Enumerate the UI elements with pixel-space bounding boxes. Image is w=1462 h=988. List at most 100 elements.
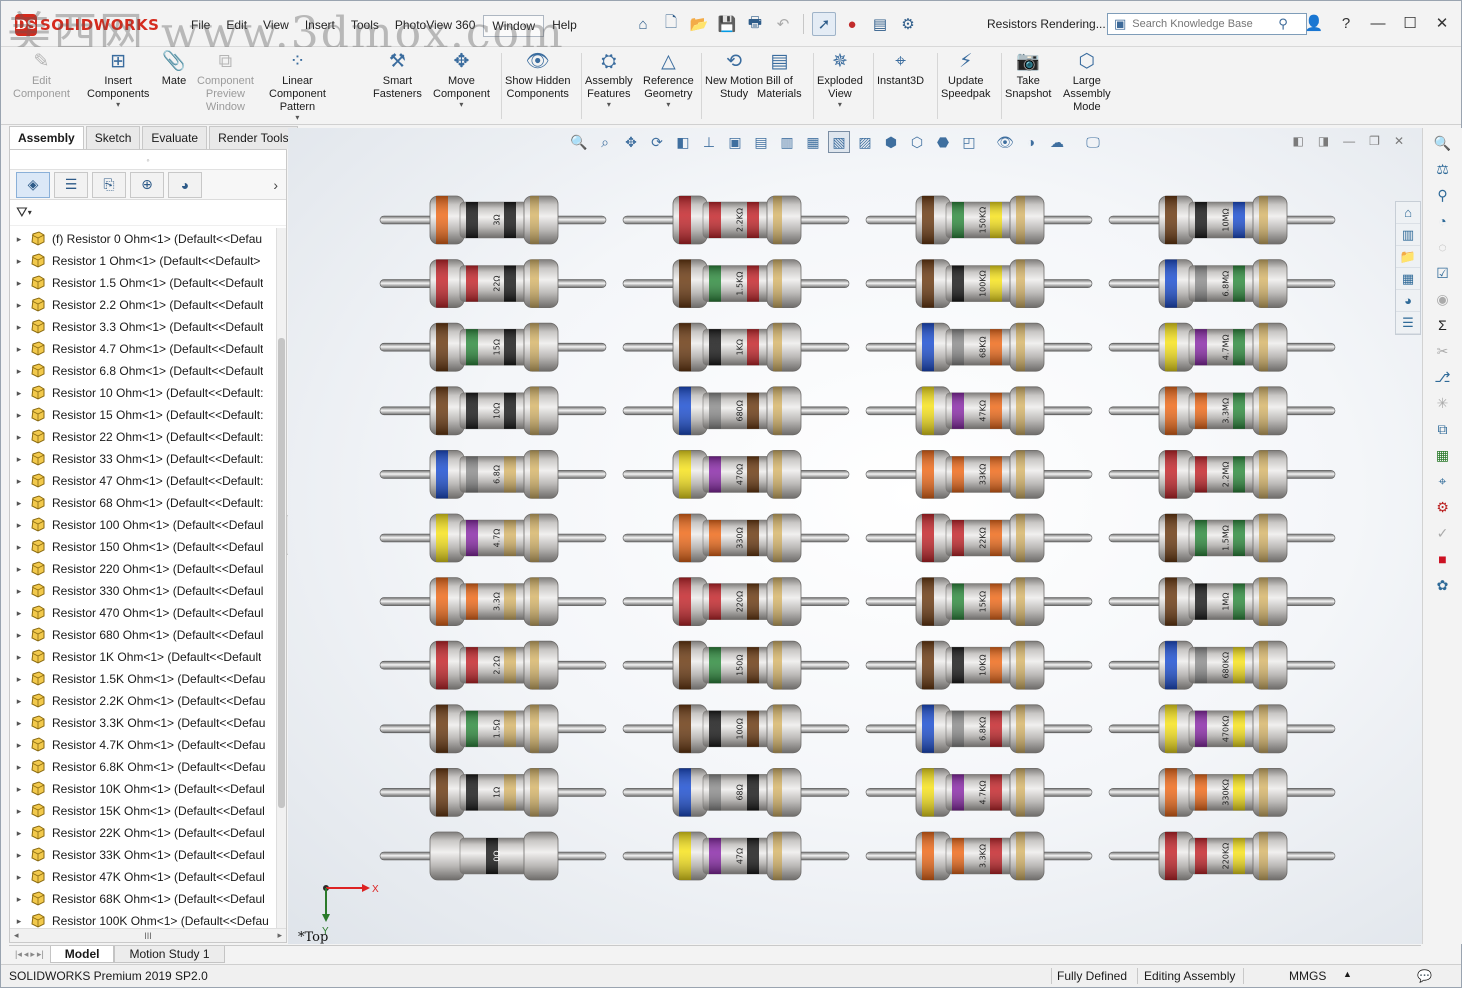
resistor[interactable]: 150Ω (622, 640, 850, 690)
mate-button[interactable]: 📎 Mate (161, 49, 187, 88)
menu-window[interactable]: Window (483, 15, 545, 37)
resistor[interactable]: 1Ω (379, 768, 607, 817)
dropdown-caret-icon[interactable]: ▾ (666, 101, 670, 109)
expand-arrow-icon[interactable]: ▸ (10, 608, 28, 619)
undo-icon[interactable]: ↶ (771, 12, 795, 36)
spreadsheet-icon[interactable]: ▦ (1430, 444, 1456, 466)
tree-item[interactable]: ▸ Resistor 1.5K Ohm<1> (Default<<Defau (10, 668, 276, 690)
tooltip-icon[interactable]: 💬 (1417, 969, 1432, 983)
resistor[interactable]: 2.2MΩ (1108, 449, 1336, 499)
resistor[interactable]: 220Ω (622, 577, 850, 627)
expand-arrow-icon[interactable]: ▸ (10, 828, 28, 839)
filter-icon[interactable]: ⛛ ▾ (10, 200, 286, 226)
resistor[interactable]: 1KΩ (622, 322, 850, 372)
resources-icon[interactable]: 🔍 (1430, 132, 1456, 154)
tree-item[interactable]: ▸ Resistor 15K Ohm<1> (Default<<Defaul (10, 800, 276, 822)
dropdown-caret-icon[interactable]: ▾ (459, 101, 463, 109)
interference-detection-icon[interactable]: ✳ (1430, 392, 1456, 414)
menu-help[interactable]: Help (544, 15, 585, 37)
expand-arrow-icon[interactable]: ▸ (10, 234, 28, 245)
resistor[interactable]: 68Ω (622, 768, 850, 817)
custom-properties-icon[interactable]: ☰ (1396, 312, 1420, 334)
search-icon[interactable]: ⚲ (1278, 16, 1288, 32)
tools-icon[interactable]: ✂ (1430, 340, 1456, 362)
validate-icon[interactable]: ✓ (1430, 522, 1456, 544)
expand-arrow-icon[interactable]: ▸ (10, 696, 28, 707)
assembly-features-button[interactable]: ⛭ Assembly Features ▾ (585, 49, 633, 109)
dropdown-caret-icon[interactable]: ▾ (838, 101, 842, 109)
status-units[interactable]: MMGS (1289, 969, 1326, 983)
tree-item[interactable]: ▸ Resistor 47K Ohm<1> (Default<<Defaul (10, 866, 276, 888)
take-snapshot-button[interactable]: 📷 Take Snapshot (1005, 49, 1051, 101)
expand-arrow-icon[interactable]: ▸ (10, 916, 28, 927)
menu-edit[interactable]: Edit (218, 15, 255, 37)
tree-item[interactable]: ▸ (f) Resistor 0 Ohm<1> (Default<<Defau (10, 228, 276, 250)
move-component-button[interactable]: ✥ Move Component ▾ (433, 49, 490, 109)
expand-arrow-icon[interactable]: ▸ (10, 278, 28, 289)
view-palette-icon[interactable]: ▦ (1396, 268, 1420, 290)
open-icon[interactable]: 📂 (687, 12, 711, 36)
user-account-icon[interactable]: 👤 (1303, 11, 1325, 35)
tab-evaluate[interactable]: Evaluate (142, 126, 208, 149)
resistor[interactable]: 3.3KΩ (865, 831, 1093, 881)
tab-assembly[interactable]: Assembly (9, 126, 84, 149)
solidworks-resources-icon[interactable]: ✿ (1430, 574, 1456, 596)
resistor[interactable]: 100KΩ (865, 259, 1093, 309)
tree-item[interactable]: ▸ Resistor 3.3K Ohm<1> (Default<<Defau (10, 712, 276, 734)
resistor[interactable]: 22Ω (379, 259, 607, 309)
menu-insert[interactable]: Insert (297, 15, 343, 37)
resistor[interactable]: 47Ω (622, 831, 850, 881)
home-view-icon[interactable]: ⌂ (1396, 202, 1420, 224)
tree-item[interactable]: ▸ Resistor 4.7 Ohm<1> (Default<<Default (10, 338, 276, 360)
tab-motion-study-1[interactable]: Motion Study 1 (114, 946, 225, 963)
motion-icon[interactable]: ⚙ (1430, 496, 1456, 518)
expand-arrow-icon[interactable]: ▸ (10, 256, 28, 267)
resistor[interactable]: 10KΩ (865, 640, 1093, 690)
resistor[interactable]: 15KΩ (865, 577, 1093, 627)
resistor[interactable]: 1.5MΩ (1108, 513, 1336, 563)
tree-item[interactable]: ▸ Resistor 1 Ohm<1> (Default<<Default> (10, 250, 276, 272)
save-icon[interactable]: 💾 (715, 12, 739, 36)
expand-arrow-icon[interactable]: ▸ (10, 740, 28, 751)
expand-arrow-icon[interactable]: ▸ (10, 344, 28, 355)
resistor[interactable]: 3.3Ω (379, 577, 607, 627)
dropdown-caret-icon[interactable]: ▾ (607, 101, 611, 109)
expand-arrow-icon[interactable]: ▸ (10, 894, 28, 905)
expand-arrow-icon[interactable]: ▸ (10, 542, 28, 553)
tree-vertical-scrollbar[interactable] (276, 228, 286, 928)
tree-item[interactable]: ▸ Resistor 6.8K Ohm<1> (Default<<Defau (10, 756, 276, 778)
bill-of-materials-button[interactable]: ▤ Bill of Materials (757, 49, 802, 101)
prev-tab-icon[interactable]: ◂ (24, 949, 29, 960)
resistor[interactable]: 3Ω (379, 195, 607, 245)
resistor[interactable]: 10Ω (379, 386, 607, 436)
resistor[interactable]: 330Ω (622, 513, 850, 563)
expand-arrow-icon[interactable]: ▸ (10, 300, 28, 311)
tree-item[interactable]: ▸ Resistor 150 Ohm<1> (Default<<Defaul (10, 536, 276, 558)
resistor[interactable]: 10MΩ (1108, 195, 1336, 245)
tab-model[interactable]: Model (49, 946, 115, 963)
last-tab-icon[interactable]: ▸| (37, 949, 44, 960)
tree-item[interactable]: ▸ Resistor 33 Ohm<1> (Default<<Default: (10, 448, 276, 470)
tree-item[interactable]: ▸ Resistor 22K Ohm<1> (Default<<Defaul (10, 822, 276, 844)
expand-arrow-icon[interactable]: ▸ (10, 432, 28, 443)
tree-item[interactable]: ▸ Resistor 68K Ohm<1> (Default<<Defaul (10, 888, 276, 910)
maximize-button[interactable]: ☐ (1399, 11, 1421, 35)
color-palette-icon[interactable]: ■ (1430, 548, 1456, 570)
options-gear-icon[interactable]: ⚙ (896, 12, 920, 36)
select-pointer-icon[interactable]: ➚ (812, 12, 836, 36)
resistor[interactable]: 4.7Ω (379, 513, 607, 563)
display-manager-tab-icon[interactable]: ◕ (168, 171, 202, 198)
resistor[interactable]: 470KΩ (1108, 704, 1336, 754)
tree-item[interactable]: ▸ Resistor 1.5 Ohm<1> (Default<<Default (10, 272, 276, 294)
compare-documents-icon[interactable]: ⧉ (1430, 418, 1456, 440)
tree-item[interactable]: ▸ Resistor 22 Ohm<1> (Default<<Default: (10, 426, 276, 448)
expand-arrow-icon[interactable]: ▸ (10, 388, 28, 399)
tree-item[interactable]: ▸ Resistor 2.2 Ohm<1> (Default<<Default (10, 294, 276, 316)
resistor[interactable]: 68KΩ (865, 322, 1093, 372)
expand-arrow-icon[interactable]: ▸ (10, 806, 28, 817)
appearances-icon[interactable]: ◕ (1396, 290, 1420, 312)
resistor[interactable]: 47KΩ (865, 386, 1093, 436)
expand-arrow-icon[interactable]: ▸ (10, 630, 28, 641)
tab-sketch[interactable]: Sketch (85, 126, 141, 149)
hole-alignment-icon[interactable]: ◉ (1430, 288, 1456, 310)
